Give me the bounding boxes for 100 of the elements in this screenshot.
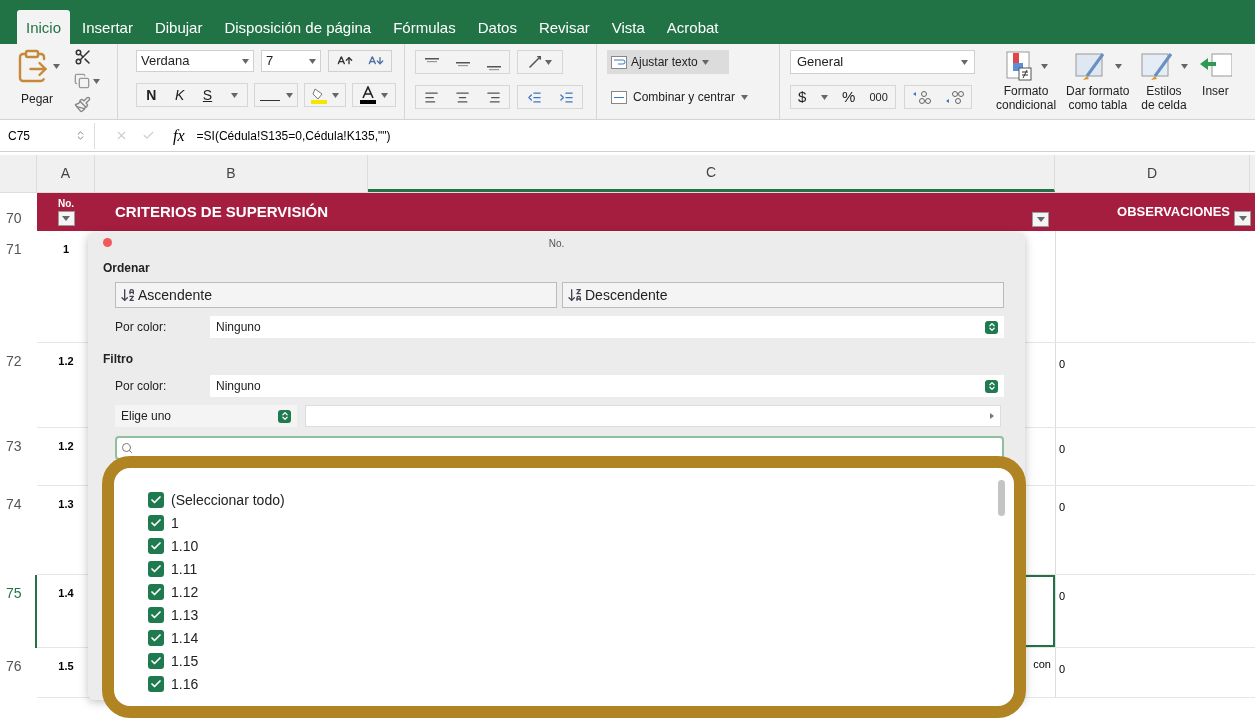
table-cell: 0	[1059, 663, 1066, 675]
increase-decimal-icon[interactable]	[911, 90, 932, 104]
checkbox-label[interactable]: 1.16	[171, 673, 199, 695]
checkbox[interactable]	[148, 584, 164, 600]
fill-color-button[interactable]	[304, 83, 346, 107]
row-number[interactable]: 75	[0, 575, 37, 648]
format-painter-icon[interactable]	[74, 96, 91, 113]
ribbon-tab[interactable]: Vista	[601, 10, 655, 44]
button-label: Dar formato	[1066, 84, 1130, 98]
condition-select[interactable]: Elige uno	[115, 405, 297, 427]
font-color-button[interactable]	[352, 83, 396, 107]
sort-ascending-button[interactable]: Ascendente	[115, 282, 557, 308]
table-cell-text: 1.2	[57, 439, 75, 454]
scrollbar-thumb[interactable]	[998, 480, 1005, 516]
checkbox-label[interactable]: 1.11	[171, 558, 198, 580]
bold-button[interactable]: N	[146, 84, 157, 106]
border-button[interactable]	[254, 83, 298, 107]
checkbox-label[interactable]: 1	[171, 512, 179, 534]
ribbon-large-button[interactable]: Estilos de celda	[1137, 48, 1191, 119]
filter-dropdown-button[interactable]	[57, 211, 75, 226]
percent-button[interactable]: %	[841, 85, 856, 109]
checkbox[interactable]	[148, 630, 164, 646]
ribbon-large-button[interactable]: Inser	[1196, 48, 1235, 119]
align-right-icon[interactable]	[486, 89, 501, 105]
checkbox-label[interactable]: 1.10	[171, 535, 199, 557]
row-number[interactable]: 71	[0, 231, 37, 343]
checkbox[interactable]	[148, 538, 164, 554]
checkbox[interactable]	[148, 515, 164, 531]
check-icon	[150, 540, 162, 552]
underline-button[interactable]: S	[202, 84, 213, 106]
sort-ascending-icon	[120, 287, 136, 303]
formula-text[interactable]: =SI(Cédula!S135=0,Cédula!K135,"")	[196, 126, 391, 145]
thousands-button[interactable]: 000	[869, 88, 888, 106]
ribbon-tab[interactable]: Insertar	[72, 10, 143, 44]
ribbon-tab[interactable]: Revisar	[528, 10, 600, 44]
checkbox-label[interactable]: 1.13	[171, 604, 199, 626]
ribbon-tab[interactable]: Inicio	[17, 10, 71, 44]
filter-dropdown-button[interactable]	[1032, 211, 1049, 227]
checkbox[interactable]	[148, 492, 164, 508]
checkbox-label[interactable]: (Seleccionar todo)	[171, 489, 285, 511]
decrease-decimal-icon[interactable]	[944, 90, 965, 104]
checkbox[interactable]	[148, 653, 164, 669]
row-number[interactable]: 73	[0, 428, 37, 486]
font-size-field[interactable]: 7	[261, 50, 321, 72]
column-title: CRITERIOS DE SUPERVISIÓN	[115, 201, 329, 222]
filter-dropdown-button[interactable]	[1234, 210, 1251, 226]
table-cell-text: 1.4	[57, 586, 75, 601]
paste-label[interactable]: Pegar	[21, 90, 53, 108]
align-left-icon[interactable]	[424, 89, 439, 105]
decrease-indent-icon[interactable]	[526, 89, 542, 105]
font-name-field[interactable]: Verdana	[136, 50, 254, 72]
row-number[interactable]: 76	[0, 648, 37, 698]
checkbox-label[interactable]: 1.15	[171, 650, 199, 672]
checkbox-label[interactable]: 1.14	[171, 627, 199, 649]
caret-icon	[62, 216, 70, 221]
name-box[interactable]: C75	[0, 122, 95, 149]
ribbon-tab[interactable]: Disposición de página	[214, 10, 382, 44]
wrap-text-button[interactable]: Ajustar texto	[607, 50, 729, 74]
number-format-field[interactable]: General	[790, 50, 975, 74]
sort-color-select[interactable]: Ninguno	[210, 316, 1004, 338]
checkbox[interactable]	[148, 607, 164, 623]
increase-indent-icon[interactable]	[558, 89, 574, 105]
close-button[interactable]	[103, 238, 112, 247]
check-icon	[150, 494, 162, 506]
align-center-icon[interactable]	[455, 89, 470, 105]
ribbon-large-button[interactable]: Formato condicional	[994, 48, 1059, 119]
column-header[interactable]: D	[1055, 155, 1250, 192]
ribbon-tab[interactable]: Acrobat	[656, 10, 729, 44]
checkbox-label[interactable]: 1.12	[171, 581, 199, 603]
table-cell-text: con	[1033, 657, 1051, 672]
function-button[interactable]: fx	[173, 123, 185, 148]
copy-icon[interactable]	[74, 73, 90, 89]
caret-icon	[544, 59, 552, 65]
filter-color-select[interactable]: Ninguno	[210, 375, 1004, 397]
caret-icon	[1036, 216, 1045, 222]
search-icon	[121, 442, 133, 454]
column-header[interactable]: B	[95, 155, 368, 192]
currency-button[interactable]: $	[798, 85, 807, 109]
popup-title: No.	[548, 236, 565, 251]
orientation-button[interactable]	[517, 50, 563, 74]
column-title: OBSERVACIONES	[1117, 203, 1230, 222]
condition-value-field[interactable]	[305, 405, 1001, 427]
checkbox[interactable]	[148, 676, 164, 692]
section-heading: Ordenar	[103, 260, 151, 277]
cut-icon[interactable]	[74, 48, 92, 66]
check-icon	[150, 517, 162, 529]
column-header[interactable]: A	[37, 155, 95, 192]
ribbon-tab[interactable]: Dibujar	[144, 10, 213, 44]
checkbox[interactable]	[148, 561, 164, 577]
row-number[interactable]: 72	[0, 343, 37, 428]
caret-icon	[381, 92, 388, 98]
row-number[interactable]: 74	[0, 486, 37, 575]
row-number[interactable]: 70	[0, 193, 37, 231]
italic-button[interactable]: K	[174, 84, 185, 106]
ribbon-tab[interactable]: Datos	[467, 10, 527, 44]
ribbon-large-button[interactable]: Dar formato como tabla	[1064, 48, 1132, 119]
ribbon-tab[interactable]: Fórmulas	[383, 10, 466, 44]
sort-descending-button[interactable]: Descendente	[562, 282, 1004, 308]
merge-center-button[interactable]: Combinar y centrar	[607, 85, 772, 109]
button-label: Estilos	[1146, 84, 1182, 98]
